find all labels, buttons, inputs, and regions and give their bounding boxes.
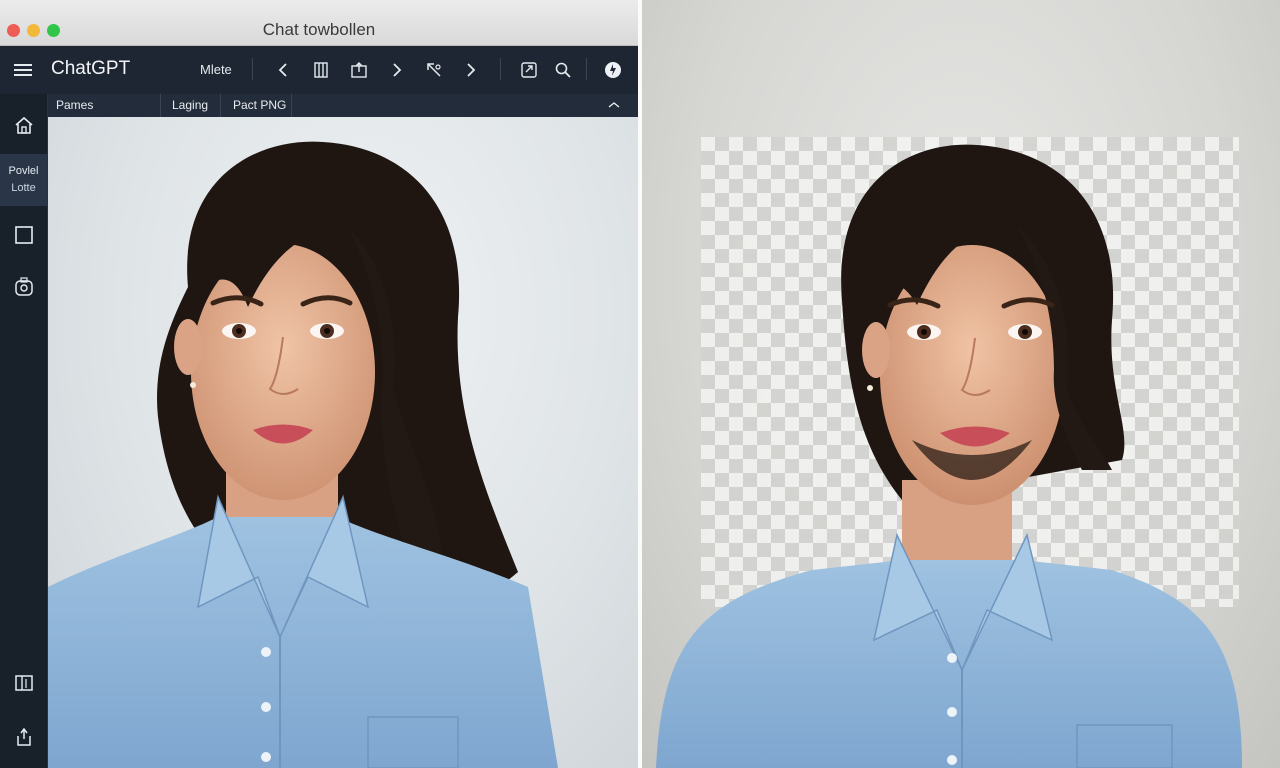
search-icon[interactable] [553,60,573,80]
chevron-right-icon[interactable] [462,60,480,80]
menu-icon[interactable] [12,60,34,80]
toolbar-divider [500,58,501,80]
tab-divider [160,94,161,117]
sidebar-item-povlel[interactable] [0,154,47,206]
app-window: Chat towbollen ChatGPT Mlete Povlel Lott… [0,0,638,768]
square-icon[interactable] [0,222,47,248]
window-title: Chat towbollen [262,20,376,39]
share-icon[interactable] [0,724,47,750]
tab-bar: Pames Laging Pact PNG [48,94,638,118]
chevron-left-icon[interactable] [274,60,292,80]
cursor-cut-icon[interactable] [424,60,444,80]
portrait-photo [48,141,558,768]
export-icon[interactable] [519,60,539,80]
title-bar: Chat towbollen [0,0,638,46]
toolbar-divider [586,58,587,80]
tab-divider [220,94,221,117]
processed-image [642,0,1280,768]
tab-divider [291,94,292,117]
sidebar-item-label: Povlel [8,165,39,177]
toolbar: ChatGPT Mlete [0,46,638,94]
original-image [48,117,638,768]
sidebar-item-sublabel: Lotte [11,182,36,194]
tab-pact-png[interactable]: Pact PNG [233,98,286,112]
tab-laging[interactable]: Laging [172,98,208,112]
home-icon[interactable] [0,112,47,138]
portrait-photo-cutout [656,144,1242,768]
sidebar: Povlel Lotte [0,94,48,768]
toolbar-divider [252,58,253,80]
mode-label[interactable]: Mlete [200,62,232,77]
columns-panel-icon[interactable] [0,670,47,696]
profile-icon[interactable] [603,60,623,80]
columns-icon[interactable] [312,60,330,80]
app-brand: ChatGPT [51,58,131,79]
chevron-right-icon[interactable] [388,60,406,80]
image-badge-icon[interactable] [0,274,47,300]
tab-pames[interactable]: Pames [56,98,93,112]
import-icon[interactable] [349,60,369,80]
collapse-icon[interactable] [606,98,622,112]
